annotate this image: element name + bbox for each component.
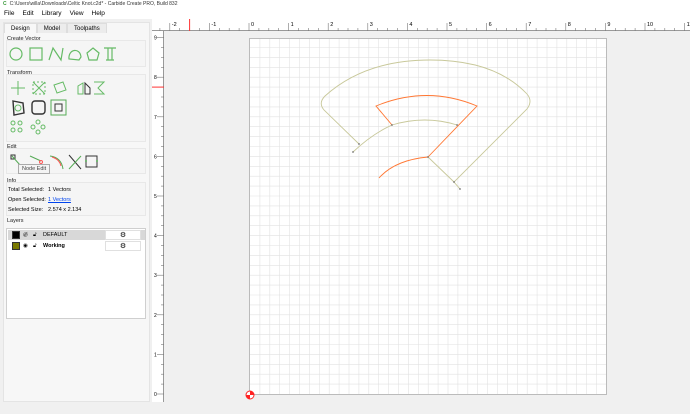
join-icon[interactable] — [49, 155, 64, 170]
app-logo-icon: C — [3, 1, 7, 7]
layer-color-swatch[interactable] — [12, 231, 20, 239]
ruler-x-label: 0 — [251, 22, 254, 28]
unlock-icon[interactable]: 🔓︎ — [33, 230, 37, 240]
menu-library[interactable]: Library — [38, 9, 66, 19]
ruler-x-label: 7 — [528, 22, 531, 28]
layer-color-swatch[interactable] — [12, 242, 20, 250]
ruler-x-label: -1 — [211, 22, 216, 28]
circle-icon[interactable] — [9, 47, 23, 61]
tooltip: Node Edit — [18, 164, 51, 174]
ruler-x-label: 4 — [409, 22, 412, 28]
ruler-x-label: 9 — [607, 22, 610, 28]
transform-toolbar — [10, 81, 106, 135]
trim-icon[interactable] — [29, 155, 43, 164]
total-selected-value: 1 Vectors — [48, 187, 71, 193]
vertical-ruler: 9 8 7 6 5 4 3 2 1 0 — [152, 31, 164, 402]
tab-model[interactable]: Model — [36, 23, 68, 33]
scale-icon[interactable] — [32, 81, 46, 95]
ruler-x-label: 1 — [291, 22, 294, 28]
horizontal-ruler: -2 -1 0 1 2 3 4 5 6 7 8 9 10 11 — [152, 19, 690, 31]
offset-icon[interactable] — [12, 100, 25, 116]
selected-size-value: 2.574 x 2.134 — [48, 207, 82, 213]
move-icon[interactable] — [11, 81, 25, 95]
ruler-y-label: 2 — [154, 313, 157, 319]
gear-icon[interactable]: ⚙ — [105, 241, 141, 251]
selected-size-label: Selected Size: — [8, 207, 44, 213]
eye-icon[interactable]: ◉ — [23, 241, 28, 251]
ruler-ticks: -2 -1 0 1 2 3 4 5 6 7 8 9 10 11 — [159, 19, 690, 31]
layers-list: ◎̸ 🔓︎ DEFAULT ⚙ ◉ 🔓︎ Working ⚙ — [6, 228, 146, 319]
info-label: Info — [7, 178, 17, 184]
ruler-y-label: 0 — [154, 392, 157, 398]
ruler-y-label: 7 — [154, 115, 157, 121]
ruler-y-label: 9 — [154, 36, 157, 42]
curve-icon[interactable] — [68, 49, 82, 61]
menu-file[interactable]: File — [0, 9, 18, 19]
tab-design[interactable]: Design — [4, 23, 37, 33]
create-vector-label: Create Vector — [7, 36, 41, 42]
title-bar: C C:\Users\willa\Downloads\Celtic Knot.c2… — [0, 0, 690, 9]
boolean-icon[interactable] — [50, 99, 67, 116]
fillet-icon[interactable] — [31, 100, 46, 115]
transform-label: Transform — [7, 70, 32, 76]
ruler-x-label: 10 — [647, 22, 653, 28]
eye-hidden-icon[interactable]: ◎̸ — [23, 230, 28, 240]
window-title: C:\Users\willa\Downloads\Celtic Knot.c2d… — [9, 1, 178, 7]
ruler-x-label: 8 — [568, 22, 571, 28]
polyline-icon[interactable] — [48, 46, 64, 62]
ruler-y-label: 1 — [154, 352, 157, 358]
ruler-x-label: 3 — [370, 22, 373, 28]
ruler-x-label: -2 — [172, 22, 177, 28]
total-selected-label: Total Selected: — [8, 187, 45, 193]
open-selected-label: Open Selected: — [8, 197, 46, 203]
array-icon[interactable] — [10, 120, 23, 133]
menu-bar: File Edit Library View Help — [0, 9, 690, 19]
layers-label: Layers — [7, 218, 24, 224]
tab-toolpaths[interactable]: Toolpaths — [67, 23, 107, 33]
rotate-icon[interactable] — [53, 81, 67, 94]
ruler-y-label: 4 — [154, 234, 157, 240]
selected-size-row: Selected Size: 2.574 x 2.134 — [8, 207, 81, 213]
text-icon[interactable] — [104, 47, 116, 61]
ruler-ticks: 9 8 7 6 5 4 3 2 1 0 — [152, 36, 164, 398]
open-selected-link[interactable]: 1 Vectors — [48, 197, 71, 203]
ruler-x-label: 2 — [330, 22, 333, 28]
cut-icon[interactable] — [68, 154, 82, 170]
ruler-y-label: 5 — [154, 194, 157, 200]
ruler-x-label: 5 — [449, 22, 452, 28]
bounding-box-icon[interactable] — [85, 155, 98, 168]
edit-label: Edit — [7, 144, 17, 150]
align-icon[interactable] — [94, 81, 106, 95]
grid — [245, 39, 606, 400]
layer-name: DEFAULT — [43, 232, 68, 238]
menu-help[interactable]: Help — [88, 9, 109, 19]
circular-array-icon[interactable] — [30, 119, 46, 135]
total-selected-row: Total Selected: 1 Vectors — [8, 187, 71, 193]
layer-row-default[interactable]: ◎̸ 🔓︎ DEFAULT ⚙ — [8, 230, 145, 240]
menu-view[interactable]: View — [66, 9, 88, 19]
ruler-y-label: 3 — [154, 273, 157, 279]
gear-icon[interactable]: ⚙ — [105, 230, 141, 240]
menu-edit[interactable]: Edit — [18, 9, 37, 19]
unlock-icon[interactable]: 🔓︎ — [33, 241, 37, 251]
layer-row-working[interactable]: ◉ 🔓︎ Working ⚙ — [8, 241, 145, 251]
open-selected-row: Open Selected: 1 Vectors — [8, 197, 71, 203]
layer-name: Working — [43, 243, 65, 249]
design-canvas[interactable] — [245, 38, 607, 400]
ruler-x-label: 6 — [489, 22, 492, 28]
rectangle-icon[interactable] — [29, 47, 43, 61]
origin-marker-icon — [245, 390, 255, 400]
polygon-icon[interactable] — [86, 47, 100, 61]
create-vector-toolbar — [9, 46, 116, 62]
ruler-x-label: 11 — [687, 22, 690, 28]
mirror-icon[interactable] — [77, 81, 91, 95]
ruler-y-label: 6 — [154, 154, 157, 160]
ruler-y-label: 8 — [154, 75, 157, 81]
